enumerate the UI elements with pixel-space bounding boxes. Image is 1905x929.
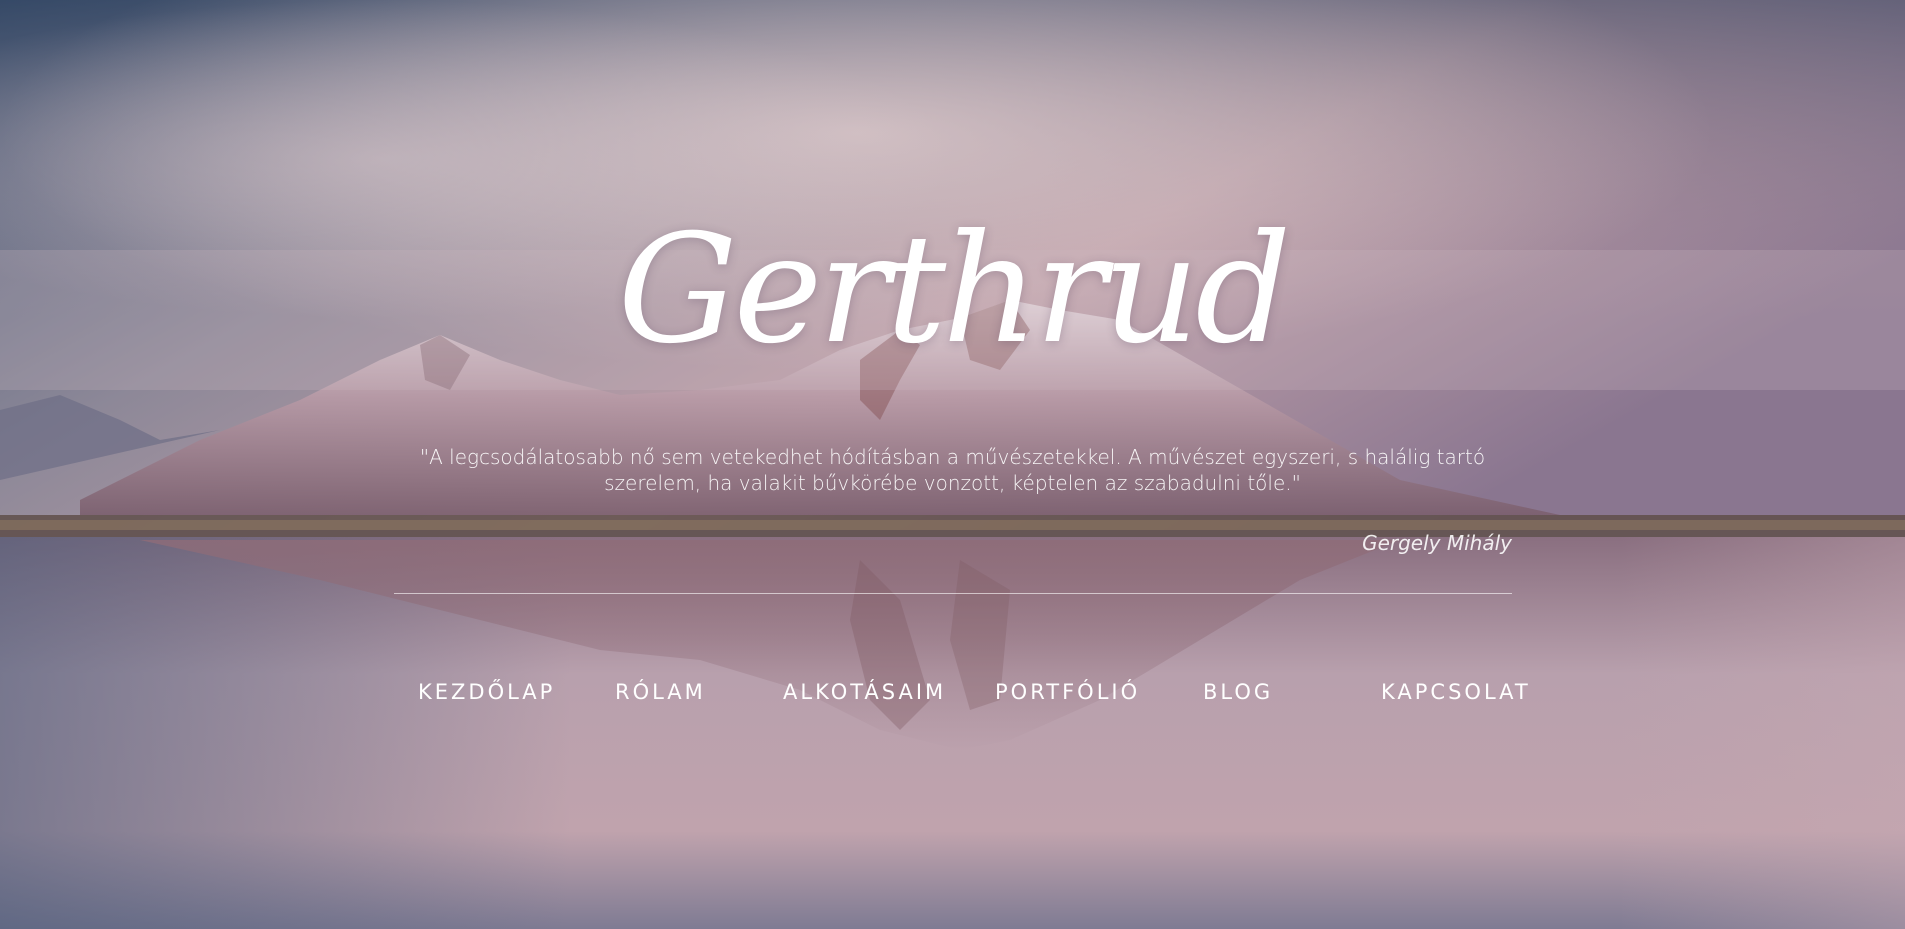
hero-quote: "A legcsodálatosabb nő sem vetekedhet hó… xyxy=(419,445,1486,495)
quote-author: Gergely Mihály xyxy=(1362,531,1512,555)
nav-item-alkotasaim[interactable]: ALKOTÁSAIM xyxy=(783,676,946,708)
nav-item-kapcsolat[interactable]: KAPCSOLAT xyxy=(1381,676,1531,708)
hero-section: Gerthrud "A legcsodálatosabb nő sem vete… xyxy=(0,0,1905,929)
nav-item-rolam[interactable]: RÓLAM xyxy=(615,676,706,708)
divider-line xyxy=(394,593,1512,594)
nav-item-kezdolap[interactable]: KEZDŐLAP xyxy=(418,676,555,708)
nav-item-portfolio[interactable]: PORTFÓLIÓ xyxy=(995,676,1140,708)
nav-item-blog[interactable]: BLOG xyxy=(1203,676,1273,708)
main-navigation: KEZDŐLAP RÓLAM ALKOTÁSAIM PORTFÓLIÓ BLOG… xyxy=(0,676,1905,710)
site-logo[interactable]: Gerthrud xyxy=(0,200,1905,380)
